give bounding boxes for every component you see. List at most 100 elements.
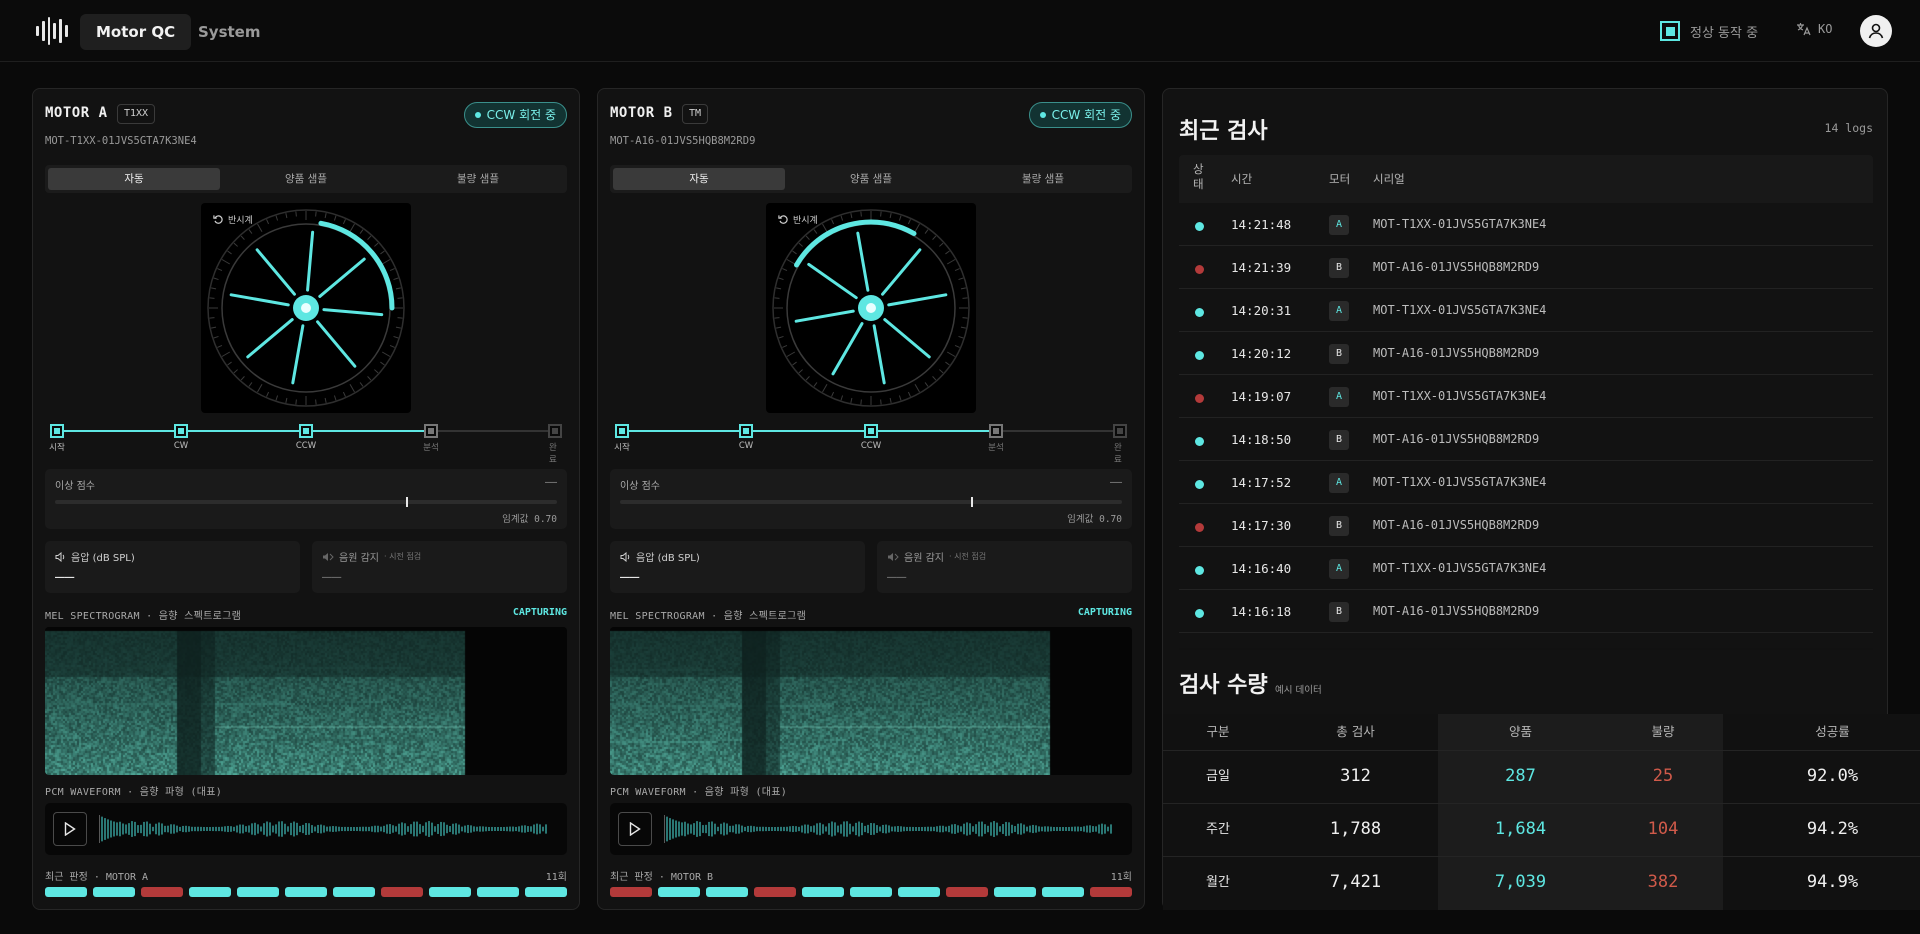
score-bar [55, 497, 557, 507]
score-value: —— [544, 477, 557, 488]
waveform-label: PCM WAVEFORM · 음향 파형 (대표) [45, 787, 223, 798]
log-row[interactable]: 14:17:30 B MOT-A16-01JVS5HQB8M2RD9 [1179, 504, 1873, 547]
tick [958, 335, 964, 339]
tick [221, 351, 231, 357]
tick [397, 317, 403, 319]
source-box: 음원 감지 · 시전 점검 —— [312, 541, 567, 593]
rotation-visual: 반시계 [766, 203, 976, 413]
tick [285, 397, 288, 403]
step-label: CCW [860, 441, 882, 451]
log-row[interactable]: 14:18:50 B MOT-A16-01JVS5HQB8M2RD9 [1179, 418, 1873, 461]
rotate-icon [213, 215, 223, 224]
tick [945, 361, 950, 366]
tick [880, 211, 882, 217]
language-switcher[interactable]: KO [1796, 22, 1832, 36]
log-row[interactable]: 14:20:31 A MOT-T1XX-01JVS5GTA7K3NE4 [1179, 289, 1873, 332]
volume-cell-bad: 382 [1647, 872, 1679, 892]
motor-wheel [207, 209, 405, 407]
step-node [739, 424, 753, 438]
volume-cell-rate: 94.9% [1806, 872, 1859, 892]
pcm-waveform [45, 803, 567, 855]
tick [324, 397, 327, 403]
log-motor-badge: B [1329, 258, 1349, 278]
log-motor-badge: B [1329, 602, 1349, 622]
tick [381, 351, 391, 357]
rotation-status-badge: CCW 회전 중 [1028, 102, 1132, 128]
speaker-wave-icon [323, 552, 334, 561]
tick [333, 215, 337, 221]
nav-tab-motor-qc[interactable]: Motor QC [80, 14, 192, 50]
nav-tab-system[interactable]: System [182, 14, 276, 50]
spoke [291, 324, 305, 385]
log-row[interactable]: 14:21:39 B MOT-A16-01JVS5HQB8M2RD9 [1179, 246, 1873, 289]
log-motor-badge: B [1329, 430, 1349, 450]
tick [342, 219, 346, 225]
status-indicator-icon [1660, 21, 1680, 41]
tick [285, 213, 288, 219]
mode-bad-sample[interactable]: 불량 샘플 [957, 168, 1129, 190]
recent-judgement-label: 최근 판정 · MOTOR B [610, 872, 714, 883]
tick [349, 223, 355, 233]
log-row[interactable]: 14:17:52 A MOT-T1XX-01JVS5GTA7K3NE4 [1179, 461, 1873, 504]
tick [792, 361, 797, 366]
tick [374, 242, 379, 247]
judgement-pill [477, 887, 519, 897]
judgement-pill [802, 887, 844, 897]
step-label: CCW [295, 441, 317, 451]
tick [380, 361, 385, 366]
user-icon [1868, 23, 1884, 39]
waveform-svg [99, 815, 547, 843]
log-row[interactable]: 14:19:07 A MOT-T1XX-01JVS5GTA7K3NE4 [1179, 375, 1873, 418]
mode-good-sample[interactable]: 양품 샘플 [785, 168, 957, 190]
tick [389, 268, 395, 272]
rotation-text: CCW 회전 중 [1051, 108, 1121, 122]
tick [962, 297, 968, 299]
tick [898, 215, 902, 221]
tick [932, 235, 937, 240]
recent-judgement-label: 최근 판정 · MOTOR A [45, 872, 149, 883]
language-code: KO [1818, 22, 1833, 36]
hub-center [301, 303, 311, 313]
tick [359, 229, 364, 234]
step-node [424, 424, 438, 438]
log-row[interactable]: 14:20:12 B MOT-A16-01JVS5HQB8M2RD9 [1179, 332, 1873, 375]
tick [954, 344, 960, 348]
recent-judgement-count: 11회 [1110, 872, 1132, 883]
judgement-pill [850, 887, 892, 897]
log-time: 14:20:31 [1231, 303, 1292, 318]
log-row[interactable]: 14:21:48 A MOT-T1XX-01JVS5GTA7K3NE4 [1179, 203, 1873, 246]
rotation-status-badge: CCW 회전 중 [463, 102, 567, 128]
score-value: —— [1109, 477, 1122, 488]
tick [266, 219, 270, 225]
tick [798, 242, 803, 247]
tick [380, 250, 385, 255]
log-row[interactable]: 14:16:40 A MOT-T1XX-01JVS5GTA7K3NE4 [1179, 547, 1873, 590]
spoke [306, 230, 315, 292]
mode-auto[interactable]: 자동 [48, 168, 220, 190]
log-serial: MOT-T1XX-01JVS5GTA7K3NE4 [1373, 561, 1547, 575]
score-bar [620, 497, 1122, 507]
play-button[interactable] [53, 812, 87, 846]
tick [805, 376, 810, 381]
tick [946, 259, 956, 265]
mode-bad-sample[interactable]: 불량 샘플 [392, 168, 564, 190]
log-count: 14 logs [1824, 121, 1873, 135]
tick [914, 223, 920, 233]
log-row[interactable]: 14:16:18 B MOT-A16-01JVS5HQB8M2RD9 [1179, 590, 1873, 633]
tick [840, 215, 844, 221]
judgement-pill [525, 887, 567, 897]
judgement-pill [381, 887, 423, 897]
volume-header: 구분 [1206, 724, 1230, 739]
mode-auto[interactable]: 자동 [613, 168, 785, 190]
tick [367, 376, 372, 381]
log-serial: MOT-T1XX-01JVS5GTA7K3NE4 [1373, 217, 1547, 231]
mode-good-sample[interactable]: 양품 샘플 [220, 168, 392, 190]
tick [805, 235, 810, 240]
source-title: 음원 감지 · 시전 점검 [322, 549, 421, 564]
play-button[interactable] [618, 812, 652, 846]
step-label: 완료 [549, 443, 557, 465]
waveform-logo-icon[interactable] [36, 16, 68, 46]
user-avatar[interactable] [1860, 15, 1892, 47]
status-dot [1195, 523, 1204, 532]
tick [786, 259, 796, 265]
